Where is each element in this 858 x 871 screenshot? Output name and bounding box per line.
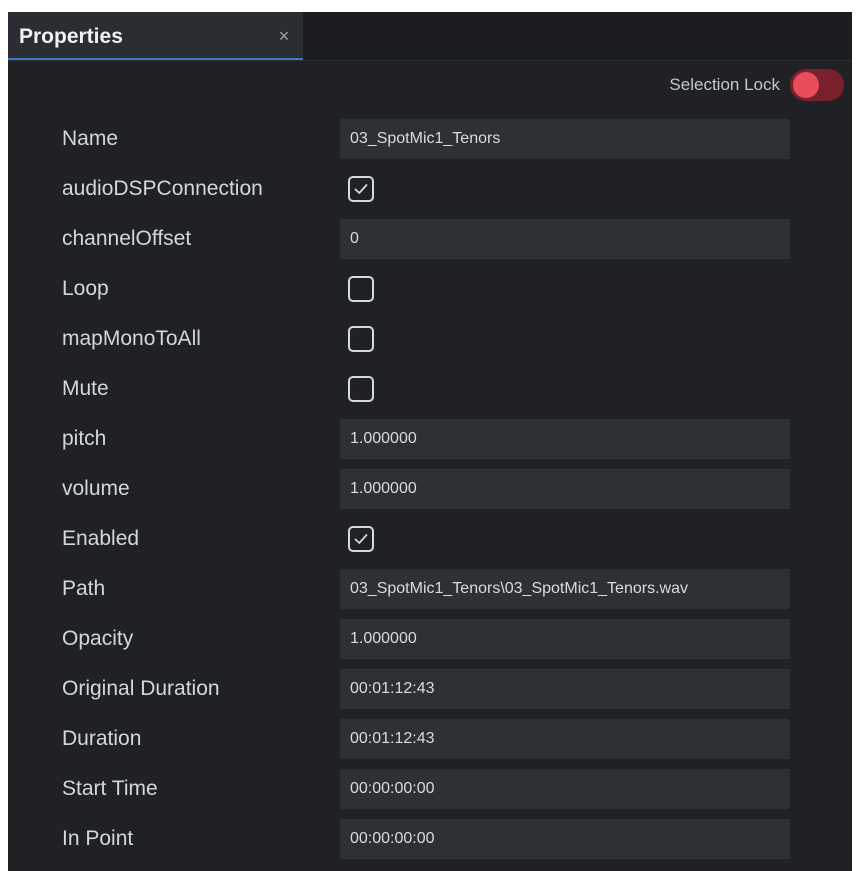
name-field[interactable]: 03_SpotMic1_Tenors bbox=[340, 119, 790, 159]
property-row-name: Name 03_SpotMic1_Tenors bbox=[8, 119, 852, 169]
selection-lock-toggle[interactable] bbox=[790, 69, 844, 101]
property-label: volume bbox=[62, 477, 130, 500]
property-row-path: Path 03_SpotMic1_Tenors\03_SpotMic1_Tenor… bbox=[8, 569, 852, 619]
tab-divider bbox=[8, 60, 852, 61]
enabled-checkbox[interactable] bbox=[348, 526, 374, 552]
tab-title: Properties bbox=[19, 25, 123, 48]
property-label: Opacity bbox=[62, 627, 134, 650]
pitch-field[interactable]: 1.000000 bbox=[340, 419, 790, 459]
map-mono-to-all-checkbox[interactable] bbox=[348, 326, 374, 352]
loop-checkbox[interactable] bbox=[348, 276, 374, 302]
tab-bar: Properties × bbox=[8, 12, 852, 60]
property-row-loop: Loop bbox=[8, 269, 852, 319]
toggle-knob bbox=[793, 72, 819, 98]
property-label: Duration bbox=[62, 727, 142, 750]
property-label: audioDSPConnection bbox=[62, 177, 263, 200]
tab-properties[interactable]: Properties × bbox=[8, 12, 303, 60]
audio-dspconnection-checkbox[interactable] bbox=[348, 176, 374, 202]
mute-checkbox[interactable] bbox=[348, 376, 374, 402]
property-row-mute: Mute bbox=[8, 369, 852, 419]
selection-lock-label: Selection Lock bbox=[669, 75, 780, 94]
volume-field[interactable]: 1.000000 bbox=[340, 469, 790, 509]
close-icon[interactable]: × bbox=[272, 24, 296, 48]
property-label: Loop bbox=[62, 277, 109, 300]
property-row-enabled: Enabled bbox=[8, 519, 852, 569]
properties-panel: Properties × Selection Lock Name 03_SpotM… bbox=[8, 12, 852, 871]
properties-list: Name 03_SpotMic1_Tenors audioDSPConnection… bbox=[8, 119, 852, 869]
duration-field[interactable]: 00:01:12:43 bbox=[340, 719, 790, 759]
channel-offset-field[interactable]: 0 bbox=[340, 219, 790, 259]
property-label: mapMonoToAll bbox=[62, 327, 201, 350]
property-row-channel-offset: channelOffset 0 bbox=[8, 219, 852, 269]
property-row-original-duration: Original Duration 00:01:12:43 bbox=[8, 669, 852, 719]
path-field[interactable]: 03_SpotMic1_Tenors\03_SpotMic1_Tenors.wa… bbox=[340, 569, 790, 609]
property-row-volume: volume 1.000000 bbox=[8, 469, 852, 519]
property-row-duration: Duration 00:01:12:43 bbox=[8, 719, 852, 769]
in-point-field[interactable]: 00:00:00:00 bbox=[340, 819, 790, 859]
property-row-start-time: Start Time 00:00:00:00 bbox=[8, 769, 852, 819]
property-label: Original Duration bbox=[62, 677, 220, 700]
selection-lock: Selection Lock bbox=[669, 67, 844, 103]
start-time-field[interactable]: 00:00:00:00 bbox=[340, 769, 790, 809]
property-label: Name bbox=[62, 127, 119, 150]
property-label: Start Time bbox=[62, 777, 158, 800]
property-row-map-mono-to-all: mapMonoToAll bbox=[8, 319, 852, 369]
property-label: Mute bbox=[62, 377, 109, 400]
original-duration-field[interactable]: 00:01:12:43 bbox=[340, 669, 790, 709]
property-row-audio-dspconnection: audioDSPConnection bbox=[8, 169, 852, 219]
property-row-in-point: In Point 00:00:00:00 bbox=[8, 819, 852, 869]
property-row-pitch: pitch 1.000000 bbox=[8, 419, 852, 469]
property-row-opacity: Opacity 1.000000 bbox=[8, 619, 852, 669]
property-label: Enabled bbox=[62, 527, 140, 550]
property-label: pitch bbox=[62, 427, 107, 450]
property-label: In Point bbox=[62, 827, 134, 850]
property-label: Path bbox=[62, 577, 106, 600]
property-label: channelOffset bbox=[62, 227, 192, 250]
opacity-field[interactable]: 1.000000 bbox=[340, 619, 790, 659]
